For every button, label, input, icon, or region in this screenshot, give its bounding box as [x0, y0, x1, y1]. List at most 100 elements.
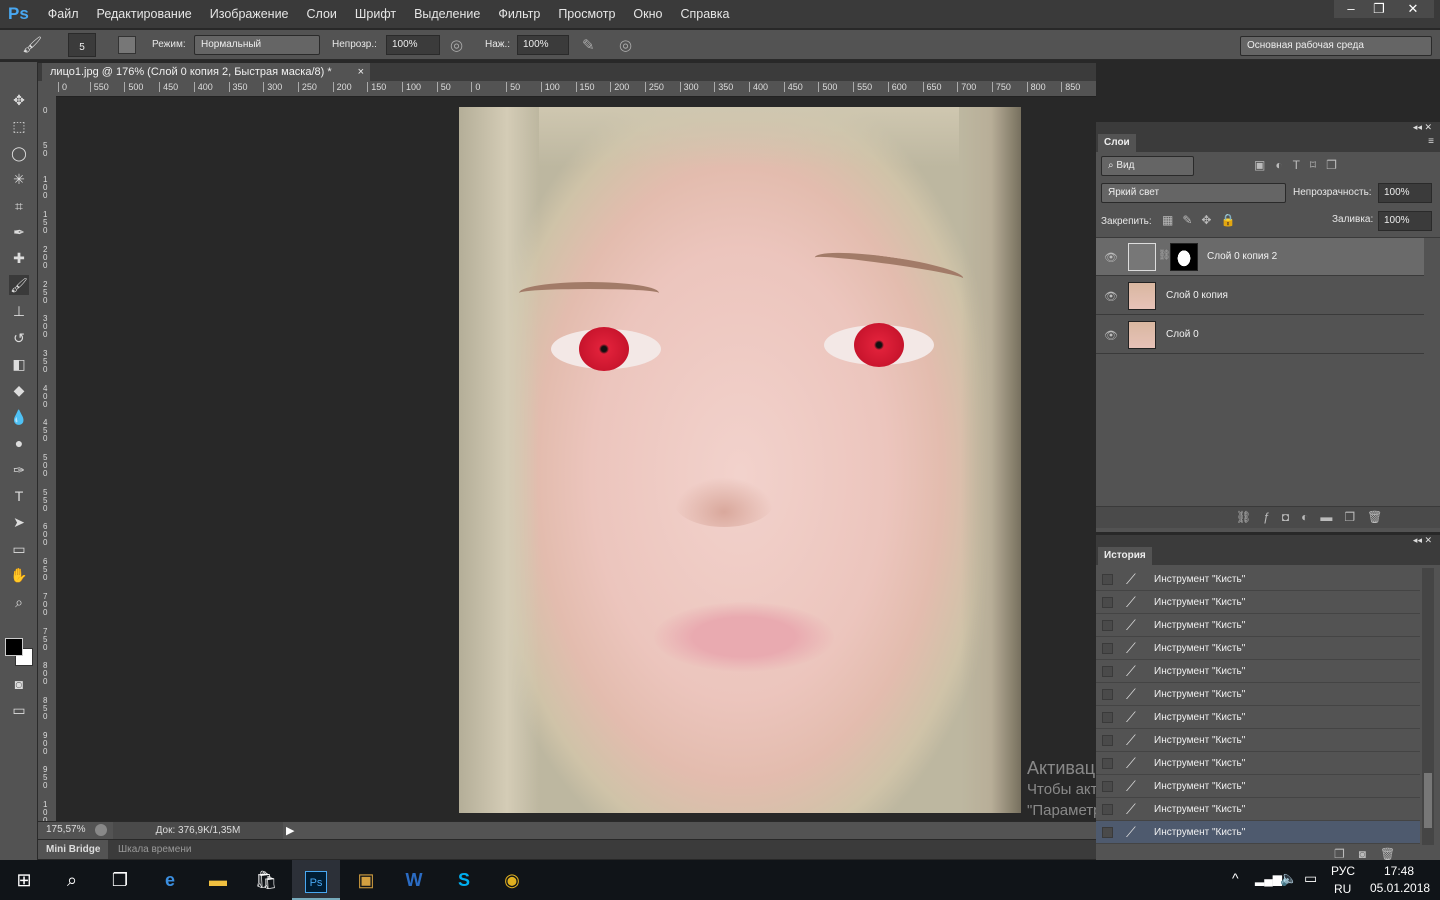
history-item[interactable]: ⟋ Инструмент "Кисть"	[1096, 683, 1420, 706]
history-source-checkbox[interactable]	[1102, 781, 1113, 792]
lasso-tool-icon[interactable]: ◯	[9, 143, 29, 163]
history-source-checkbox[interactable]	[1102, 712, 1113, 723]
tab-history[interactable]: История	[1098, 547, 1152, 565]
layer-mask-thumbnail[interactable]	[1170, 243, 1198, 271]
menu-item[interactable]: Выделение	[405, 7, 489, 21]
history-source-checkbox[interactable]	[1102, 643, 1113, 654]
menu-item[interactable]: Шрифт	[346, 7, 405, 21]
status-arrow-icon[interactable]: ▶	[286, 824, 294, 837]
paint-bucket-icon[interactable]: ◆	[9, 380, 29, 400]
menu-item[interactable]: Фильтр	[489, 7, 549, 21]
history-source-checkbox[interactable]	[1102, 827, 1113, 838]
screen-mode-icon[interactable]: ▭	[9, 700, 29, 720]
magic-wand-icon[interactable]: ✳	[9, 169, 29, 189]
document-tab[interactable]: лицо1.jpg @ 176% (Слой 0 копия 2, Быстра…	[42, 63, 370, 81]
marquee-tool-icon[interactable]: ⬚	[9, 116, 29, 136]
history-action-icons[interactable]: ❐◙🗑	[1334, 847, 1409, 861]
menu-item[interactable]: Изображение	[201, 7, 298, 21]
history-item[interactable]: ⟋ Инструмент "Кисть"	[1096, 568, 1420, 591]
layer-row[interactable]: 👁 ⛓ Слой 0 копия 2	[1096, 238, 1424, 276]
edge-icon[interactable]: e	[146, 860, 194, 900]
brush-tool-icon[interactable]: 🖌	[22, 35, 42, 55]
keyboard-layout[interactable]: RU	[1334, 882, 1351, 896]
foreground-color-swatch[interactable]	[5, 638, 23, 656]
history-source-checkbox[interactable]	[1102, 574, 1113, 585]
horizontal-ruler[interactable]: 0 550 500 450 400 350 300 250 200 150 100 50 0 50 100 1…	[56, 81, 1096, 97]
history-source-checkbox[interactable]	[1102, 597, 1113, 608]
pressure-size-icon[interactable]: ◎	[619, 36, 632, 54]
file-explorer-icon[interactable]: ▬	[194, 860, 242, 900]
filter-type-icons[interactable]: ▣◐T⌑❐	[1254, 158, 1347, 172]
notifications-icon[interactable]: ▭	[1304, 870, 1317, 887]
menu-item[interactable]: Слои	[298, 7, 346, 21]
visibility-eye-icon[interactable]: 👁	[1104, 329, 1118, 342]
rectangle-tool-icon[interactable]: ▭	[9, 539, 29, 559]
clock-date[interactable]: 05.01.2018	[1370, 881, 1430, 895]
blend-mode-select[interactable]: Яркий свет	[1101, 183, 1286, 203]
show-hidden-icons[interactable]: ^	[1232, 870, 1239, 886]
close-tab-icon[interactable]: ×	[358, 63, 364, 81]
opacity-input[interactable]: 100%	[386, 35, 440, 55]
type-tool-icon[interactable]: T	[9, 486, 29, 506]
flow-input[interactable]: 100%	[517, 35, 569, 55]
menu-item[interactable]: Окно	[624, 7, 671, 21]
tab-layers[interactable]: Слои	[1098, 134, 1136, 152]
zoom-tool-icon[interactable]: ⌕	[9, 592, 29, 612]
history-item[interactable]: ⟋ Инструмент "Кисть"	[1096, 614, 1420, 637]
path-selection-icon[interactable]: ➤	[9, 512, 29, 532]
task-view-icon[interactable]: ❐	[96, 860, 144, 900]
search-icon[interactable]: ⌕	[48, 860, 96, 900]
history-item[interactable]: ⟋ Инструмент "Кисть"	[1096, 660, 1420, 683]
vertical-ruler[interactable]: 0 50 100 150 200 250 300 350 400 450 500 550 600 650 7…	[38, 97, 56, 821]
quick-mask-icon[interactable]: ◙	[9, 674, 29, 694]
history-item[interactable]: ⟋ Инструмент "Кисть"	[1096, 591, 1420, 614]
word-icon[interactable]: W	[390, 860, 438, 900]
history-item[interactable]: ⟋ Инструмент "Кисть"	[1096, 775, 1420, 798]
visibility-eye-icon[interactable]: 👁	[1104, 251, 1118, 264]
layer-action-icons[interactable]: ⛓ƒ◘◐▬❐🗑	[1236, 510, 1394, 524]
brush-panel-icon[interactable]	[118, 36, 136, 54]
link-icon[interactable]: ⛓	[1158, 250, 1171, 261]
visibility-eye-icon[interactable]: 👁	[1104, 290, 1118, 303]
history-source-checkbox[interactable]	[1102, 620, 1113, 631]
photoshop-taskbar-icon[interactable]: Ps	[292, 860, 340, 900]
layer-filter-select[interactable]: ⌕ Вид	[1101, 156, 1194, 176]
document-image[interactable]	[459, 107, 1021, 813]
menu-item[interactable]: Справка	[671, 7, 738, 21]
history-item[interactable]: ⟋ Инструмент "Кисть"	[1096, 798, 1420, 821]
zoom-level[interactable]: 175,57%	[46, 824, 85, 835]
status-menu-icon[interactable]	[95, 824, 107, 836]
language-indicator[interactable]: РУС	[1331, 864, 1355, 878]
start-button[interactable]: ⊞	[0, 860, 48, 900]
chrome-icon[interactable]: ◉	[488, 860, 536, 900]
close-window-button[interactable]: ✕	[1392, 0, 1434, 18]
store-icon[interactable]: 🛍	[242, 860, 290, 900]
layer-row[interactable]: 👁 Слой 0	[1096, 316, 1424, 354]
brush-tool-icon[interactable]: 🖌	[9, 274, 29, 295]
lock-icons[interactable]: ▦✎✥🔒	[1162, 213, 1244, 227]
layer-opacity-input[interactable]: 100%	[1378, 183, 1432, 203]
eraser-icon[interactable]: ◧	[9, 354, 29, 374]
history-item[interactable]: ⟋ Инструмент "Кисть"	[1096, 637, 1420, 660]
history-item[interactable]: ⟋ Инструмент "Кисть"	[1096, 729, 1420, 752]
network-icon[interactable]: ▂▄▆	[1255, 872, 1282, 886]
skype-icon[interactable]: S	[440, 860, 488, 900]
menu-item[interactable]: Редактирование	[88, 7, 201, 21]
pen-tool-icon[interactable]: ✑	[9, 460, 29, 480]
healing-brush-icon[interactable]: ✚	[9, 248, 29, 268]
airbrush-icon[interactable]: ✎	[582, 36, 595, 54]
workspace-select[interactable]: Основная рабочая среда	[1240, 36, 1432, 56]
fill-input[interactable]: 100%	[1378, 211, 1432, 231]
history-item[interactable]: ⟋ Инструмент "Кисть"	[1096, 821, 1420, 844]
hand-tool-icon[interactable]: ✋	[9, 565, 29, 585]
history-item[interactable]: ⟋ Инструмент "Кисть"	[1096, 706, 1420, 729]
ruler-origin[interactable]	[38, 81, 56, 97]
volume-icon[interactable]: 🔈	[1280, 870, 1297, 887]
menu-item[interactable]: Файл	[39, 7, 88, 21]
tab-timeline[interactable]: Шкала времени	[118, 840, 191, 859]
brush-size-picker[interactable]: 5	[68, 33, 96, 57]
eyedropper-icon[interactable]: ✒	[9, 222, 29, 242]
layer-row[interactable]: 👁 Слой 0 копия	[1096, 277, 1424, 315]
blur-tool-icon[interactable]: 💧	[9, 407, 29, 427]
dodge-tool-icon[interactable]: ●	[9, 433, 29, 453]
